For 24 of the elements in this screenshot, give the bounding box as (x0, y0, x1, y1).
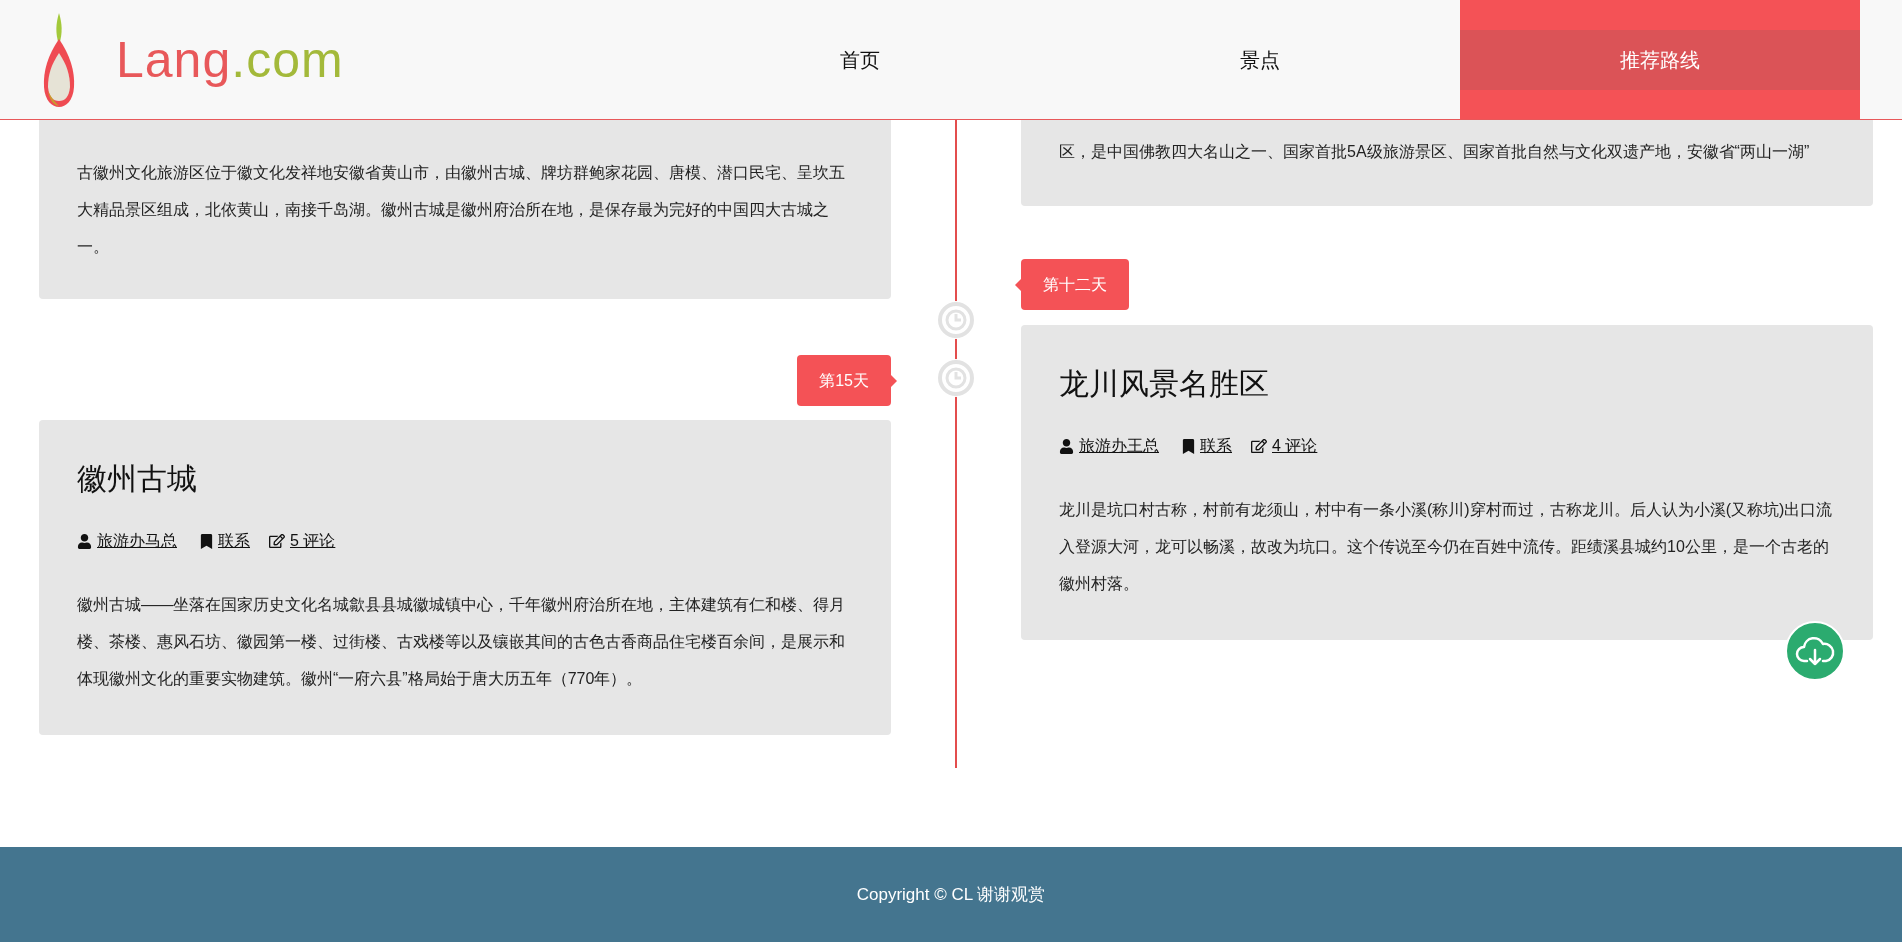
clock-icon (937, 359, 975, 397)
card-text: 古徽州文化旅游区位于徽文化发祥地安徽省黄山市，由徽州古城、牌坊群鲍家花园、唐模、潜口民宅、呈坎五大精品景区组成，北依黄山，南接千岛湖。徽州古城是徽州府治所在地，是保存最为完好的中国四大古城之一。 (77, 163, 846, 257)
user-icon (1059, 438, 1074, 454)
author-link[interactable]: 旅游办马总 (97, 529, 177, 553)
contact-link[interactable]: 联系 (1200, 434, 1232, 458)
nav-link[interactable]: 推荐路线 (1460, 0, 1860, 119)
card-text: 龙川是坑口村古称，村前有龙须山，村中有一条小溪(称川)穿村而过，古称龙川。后人认为小溪(又称坑)出口流入登源大河，龙可以畅溪，故改为坑口。这个传说至今仍在百姓中流传。距绩溪县城约10公里，是一个古老的徽州村落。 (1059, 500, 1834, 594)
copyright-text: Copyright © CL 谢谢观赏 (856, 883, 1046, 906)
nav-link[interactable]: 首页 (660, 0, 1060, 119)
bookmark-icon (1182, 438, 1195, 454)
card-title: 龙川风景名胜区 (1059, 366, 1269, 402)
user-icon (77, 533, 92, 549)
comments-link[interactable]: 4 评论 (1272, 434, 1318, 458)
edit-icon (1251, 438, 1267, 454)
edit-icon (269, 533, 285, 549)
author-link[interactable]: 旅游办王总 (1079, 434, 1159, 458)
nav-link[interactable]: 景点 (1060, 0, 1460, 119)
card-text: 区，是中国佛教四大名山之一、国家首批5A级旅游景区、国家首批自然与文化双遗产地，安徽省“两山一湖” (1059, 142, 1811, 162)
card-title: 徽州古城 (77, 461, 197, 497)
bookmark-icon (200, 533, 213, 549)
contact-link[interactable]: 联系 (218, 529, 250, 553)
clock-icon (937, 301, 975, 339)
comments-link[interactable]: 5 评论 (290, 529, 336, 553)
card-text: 徽州古城——坐落在国家历史文化名城歙县县城徽城镇中心，千年徽州府治所在地，主体建筑有仁和楼、得月楼、茶楼、惠风石坊、徽园第一楼、过街楼、古戏楼等以及镶嵌其间的古色古香商品住宅楼百余间，是展示和体现徽州文化的重要实物建筑。徽州“一府六县”格局始于唐大历五年（770年）。 (77, 595, 846, 689)
